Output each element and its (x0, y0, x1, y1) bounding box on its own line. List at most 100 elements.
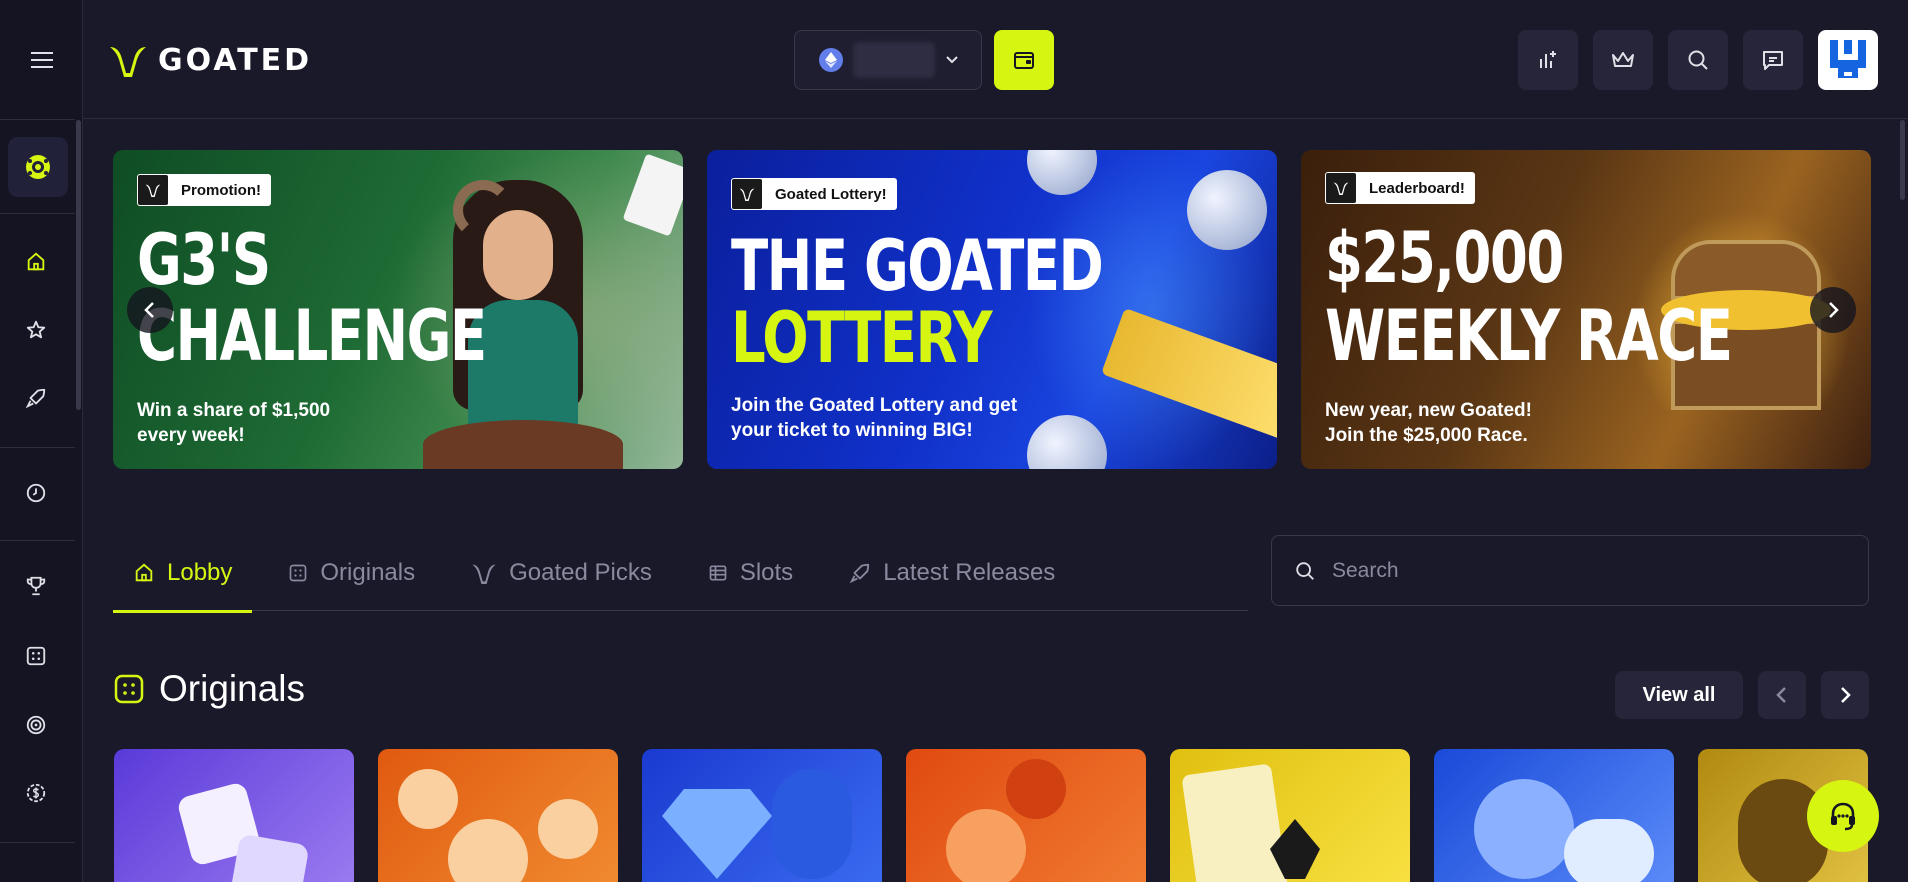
banner-lottery[interactable]: Goated Lottery! THE GOATED LOTTERY Join … (707, 150, 1277, 469)
search-input[interactable] (1332, 558, 1832, 583)
banner-subtitle-line1: New year, new Goated! (1325, 400, 1532, 421)
originals-header: Originals (113, 668, 305, 710)
dollar-gear-icon (26, 783, 46, 803)
trophy-icon (26, 576, 46, 596)
carousel-prev-button[interactable] (127, 287, 173, 333)
goat-logo-icon (110, 47, 146, 77)
banner-leaderboard[interactable]: Leaderboard! $25,000 WEEKLY RACE New yea… (1301, 150, 1871, 469)
tab-goated-picks[interactable]: Goated Picks (471, 535, 672, 611)
card-art (1181, 763, 1289, 882)
search-box[interactable] (1271, 535, 1869, 606)
sidebar-divider (0, 119, 75, 120)
keno-ball (398, 769, 458, 829)
chevron-down-icon (946, 56, 958, 64)
banner-title-line2: WEEKLY RACE (1325, 295, 1733, 377)
sidebar-item-target[interactable] (12, 701, 60, 749)
tab-latest-releases[interactable]: Latest Releases (849, 535, 1075, 611)
sidebar-divider (0, 842, 75, 843)
originals-prev-button[interactable] (1758, 671, 1806, 719)
balance-hidden (853, 42, 935, 78)
section-title: Originals (159, 668, 305, 709)
home-icon (27, 252, 45, 271)
currency-selector[interactable] (794, 30, 982, 90)
sidebar (0, 0, 83, 882)
headset-icon (1831, 802, 1855, 831)
lottery-ball (1187, 170, 1267, 250)
plinko-ball (946, 809, 1026, 882)
banner-tag-label: Leaderboard! (1369, 179, 1465, 197)
banner-tag: Goated Lottery! (731, 178, 897, 210)
page-scrollbar[interactable] (1900, 120, 1905, 200)
sidebar-scrollbar[interactable] (76, 120, 81, 410)
game-tile-hilo[interactable] (1170, 749, 1410, 882)
wallet-button[interactable] (994, 30, 1054, 90)
home-icon (135, 563, 153, 581)
sidebar-item-settings[interactable] (12, 769, 60, 817)
banner-title-line2: CHALLENGE (137, 295, 487, 377)
keno-ball (538, 799, 598, 859)
table (423, 420, 623, 469)
rocket-icon (849, 563, 870, 583)
sidebar-divider (0, 447, 75, 448)
banner-subtitle-line2: your ticket to winning BIG! (731, 420, 973, 441)
game-tile-keno[interactable] (378, 749, 618, 882)
slots-icon (709, 565, 727, 580)
tab-originals[interactable]: Originals (288, 535, 435, 611)
sidebar-item-home[interactable] (12, 238, 60, 286)
diamond-art (662, 789, 772, 879)
chevron-left-icon (144, 302, 154, 318)
keno-ball (448, 819, 528, 882)
sidebar-item-recent[interactable] (12, 469, 60, 517)
banner-title-line1: THE GOATED (731, 225, 1104, 307)
originals-next-button[interactable] (1821, 671, 1869, 719)
game-tile-diamonds[interactable] (642, 749, 882, 882)
banner-title-line1: G3'S (137, 219, 271, 301)
view-all-button[interactable]: View all (1615, 671, 1743, 719)
clock-icon (26, 483, 46, 503)
goat-icon (472, 564, 496, 584)
tab-label: Latest Releases (883, 558, 1056, 586)
chat-icon (1763, 51, 1783, 70)
banner-tag-label: Goated Lottery! (775, 185, 887, 203)
character-art (772, 769, 852, 879)
dice-icon (26, 646, 46, 666)
tab-slots[interactable]: Slots (708, 535, 813, 611)
game-tile-plinko[interactable] (906, 749, 1146, 882)
tab-lobby[interactable]: Lobby (113, 535, 253, 613)
star-icon (26, 320, 46, 339)
banner-promotion[interactable]: Promotion! G3'S CHALLENGE Win a share of… (113, 150, 683, 469)
carousel-next-button[interactable] (1810, 287, 1856, 333)
menu-icon[interactable] (24, 46, 60, 74)
dice-icon (114, 674, 144, 704)
goat-logo-icon (1326, 173, 1356, 203)
support-button[interactable] (1807, 780, 1879, 852)
sidebar-item-releases[interactable] (12, 374, 60, 422)
search-icon (1296, 561, 1314, 580)
tab-label: Slots (739, 558, 794, 586)
tab-label: Originals (320, 558, 416, 586)
chat-button[interactable] (1743, 30, 1803, 90)
category-tabs: Lobby Originals Goated Picks Slots Lates… (113, 535, 1248, 613)
crown-icon (1612, 52, 1634, 67)
stats-button[interactable] (1518, 30, 1578, 90)
sidebar-item-leaderboard[interactable] (12, 562, 60, 610)
game-tile-crash[interactable] (1434, 749, 1674, 882)
search-button[interactable] (1668, 30, 1728, 90)
banner-subtitle-line1: Join the Goated Lottery and get (731, 395, 1018, 416)
target-icon (26, 715, 46, 735)
banner-tag: Promotion! (137, 174, 271, 206)
sidebar-item-favorites[interactable] (12, 306, 60, 354)
chevron-left-icon (1776, 687, 1786, 703)
dice-art (228, 833, 310, 882)
wallet-icon (1014, 52, 1034, 69)
vip-button[interactable] (1593, 30, 1653, 90)
goat-logo-icon (138, 175, 168, 205)
game-tile-dice[interactable] (114, 749, 354, 882)
sidebar-item-chips[interactable] (8, 137, 68, 197)
logo[interactable]: GOATED (108, 40, 312, 80)
banner-subtitle-line1: Win a share of $1,500 (137, 400, 331, 421)
avatar[interactable] (1818, 30, 1878, 90)
dice-icon (290, 564, 307, 581)
sidebar-item-originals[interactable] (12, 632, 60, 680)
banner-subtitle-line2: Join the $25,000 Race. (1325, 425, 1528, 446)
